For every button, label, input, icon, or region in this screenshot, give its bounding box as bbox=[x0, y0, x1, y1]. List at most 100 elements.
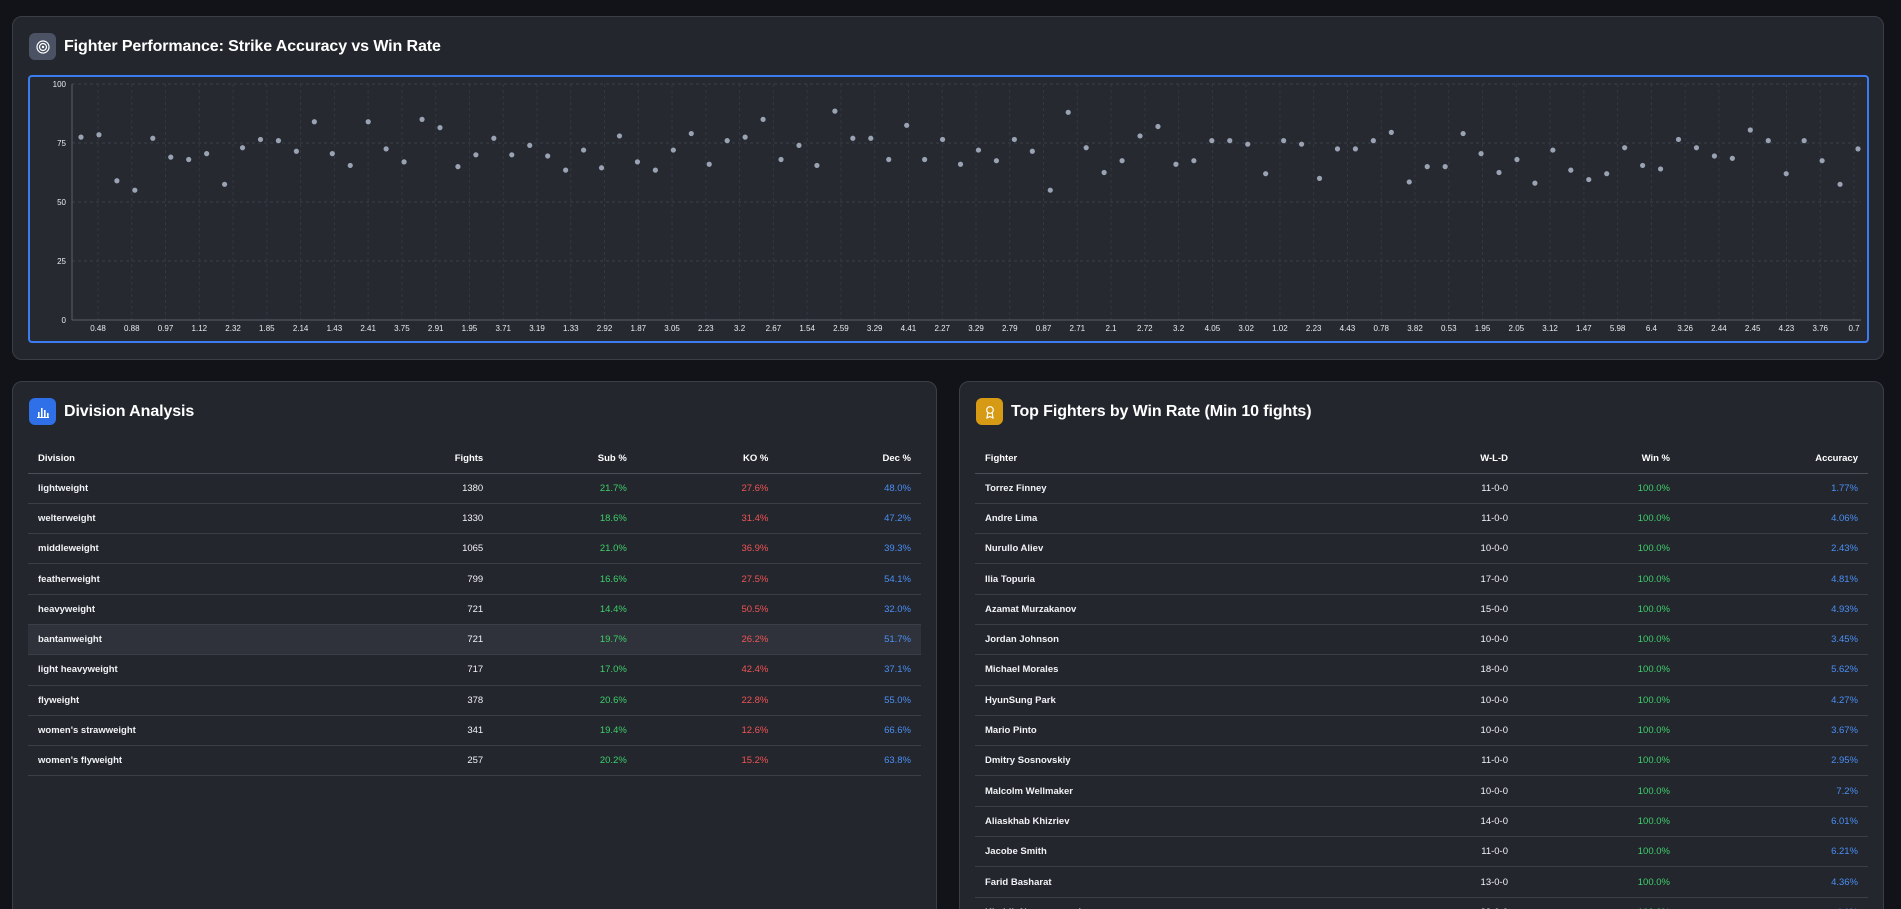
data-point[interactable] bbox=[616, 133, 623, 139]
col-accuracy[interactable]: Accuracy bbox=[1680, 444, 1868, 474]
data-point[interactable] bbox=[186, 156, 192, 163]
data-point[interactable] bbox=[832, 108, 838, 114]
data-point[interactable] bbox=[1765, 138, 1771, 144]
data-point[interactable] bbox=[814, 162, 820, 169]
data-point[interactable] bbox=[1801, 138, 1807, 144]
data-point[interactable] bbox=[1137, 133, 1143, 139]
data-point[interactable] bbox=[1424, 164, 1430, 170]
col-win[interactable]: Win % bbox=[1518, 444, 1680, 474]
table-row[interactable]: Ilia Topuria 17-0-0 100.0% 4.81% bbox=[975, 563, 1868, 595]
data-point[interactable] bbox=[150, 135, 156, 141]
data-point[interactable] bbox=[1047, 187, 1053, 193]
table-row[interactable]: Khabib Nurmagomedov29-0-0100.0%4.1% bbox=[975, 897, 1868, 909]
data-point[interactable] bbox=[1657, 166, 1664, 172]
data-point[interactable] bbox=[742, 134, 748, 140]
data-point[interactable] bbox=[1460, 130, 1466, 137]
data-point[interactable] bbox=[598, 165, 605, 171]
table-row[interactable]: Dmitry Sosnovskiy 11-0-0 100.0% 2.95% bbox=[975, 745, 1868, 777]
data-point[interactable] bbox=[1245, 141, 1251, 147]
col-division[interactable]: Division bbox=[28, 444, 322, 474]
data-point[interactable] bbox=[545, 153, 551, 159]
data-point[interactable] bbox=[1011, 136, 1017, 143]
table-row[interactable]: Torrez Finney 11-0-0 100.0% 1.77% bbox=[975, 473, 1868, 504]
data-point[interactable] bbox=[778, 156, 784, 163]
table-row[interactable]: heavyweight 721 14.4% 50.5% 32.0% bbox=[28, 594, 921, 625]
col-fighter[interactable]: Fighter bbox=[975, 444, 1350, 474]
data-point[interactable] bbox=[1083, 145, 1089, 151]
data-point[interactable] bbox=[1298, 141, 1305, 147]
data-point[interactable] bbox=[1442, 164, 1448, 170]
table-row[interactable]: Farid Basharat 13-0-0 100.0% 4.36% bbox=[975, 866, 1868, 898]
data-point[interactable] bbox=[634, 159, 641, 165]
data-point[interactable] bbox=[580, 147, 587, 153]
data-point[interactable] bbox=[1316, 175, 1323, 181]
data-point[interactable] bbox=[1406, 179, 1412, 185]
data-point[interactable] bbox=[724, 138, 730, 144]
data-point[interactable] bbox=[1065, 109, 1071, 115]
data-point[interactable] bbox=[1711, 153, 1718, 159]
data-point[interactable] bbox=[1101, 169, 1107, 176]
data-point[interactable] bbox=[96, 132, 102, 138]
col-wld[interactable]: W-L-D bbox=[1350, 444, 1518, 474]
data-point[interactable] bbox=[293, 148, 299, 154]
data-point[interactable] bbox=[1334, 146, 1341, 152]
data-point[interactable] bbox=[257, 136, 264, 143]
data-point[interactable] bbox=[1227, 138, 1233, 144]
data-point[interactable] bbox=[347, 162, 353, 169]
data-point[interactable] bbox=[670, 147, 676, 153]
data-point[interactable] bbox=[437, 125, 443, 131]
data-point[interactable] bbox=[652, 167, 658, 173]
data-point[interactable] bbox=[1586, 176, 1592, 183]
col-dec[interactable]: Dec % bbox=[778, 444, 921, 474]
col-sub[interactable]: Sub % bbox=[493, 444, 637, 474]
data-point[interactable] bbox=[168, 154, 174, 160]
data-point[interactable] bbox=[1155, 123, 1161, 130]
data-point[interactable] bbox=[1263, 171, 1269, 177]
table-row[interactable]: Azamat Murzakanov 15-0-0 100.0% 4.93% bbox=[975, 594, 1868, 625]
data-point[interactable] bbox=[365, 119, 371, 125]
table-row[interactable]: Andre Lima 11-0-0 100.0% 4.06% bbox=[975, 503, 1868, 535]
table-row[interactable]: bantamweight 721 19.7% 26.2% 51.7% bbox=[28, 624, 921, 656]
data-point[interactable] bbox=[1747, 127, 1753, 133]
data-point[interactable] bbox=[1029, 148, 1035, 154]
data-point[interactable] bbox=[760, 116, 766, 122]
data-point[interactable] bbox=[886, 156, 892, 163]
data-point[interactable] bbox=[1729, 155, 1735, 161]
data-point[interactable] bbox=[275, 138, 282, 144]
data-point[interactable] bbox=[78, 134, 84, 140]
data-point[interactable] bbox=[957, 161, 964, 167]
data-point[interactable] bbox=[114, 178, 120, 184]
data-point[interactable] bbox=[993, 158, 1000, 164]
data-point[interactable] bbox=[939, 136, 946, 143]
table-row[interactable]: Nurullo Aliev 10-0-0 100.0% 2.43% bbox=[975, 533, 1868, 565]
data-point[interactable] bbox=[1604, 171, 1610, 177]
data-point[interactable] bbox=[1622, 145, 1628, 151]
data-point[interactable] bbox=[221, 181, 228, 187]
data-point[interactable] bbox=[1550, 147, 1556, 153]
table-row[interactable]: Michael Morales 18-0-0 100.0% 5.62% bbox=[975, 654, 1868, 686]
table-row[interactable]: lightweight 1380 21.7% 27.6% 48.0% bbox=[28, 473, 921, 504]
data-point[interactable] bbox=[1209, 138, 1215, 144]
data-point[interactable] bbox=[204, 151, 210, 157]
scatter-chart[interactable]: 0 25 50 75 100 0.48 0.88 0.97 1.12 2.32 1.85 2.14 1.… bbox=[28, 75, 1869, 343]
data-point[interactable] bbox=[1191, 158, 1197, 164]
data-point[interactable] bbox=[1819, 158, 1825, 164]
table-row[interactable]: featherweight 799 16.6% 27.5% 54.1% bbox=[28, 563, 921, 595]
table-row[interactable]: welterweight 1330 18.6% 31.4% 47.2% bbox=[28, 503, 921, 535]
data-point[interactable] bbox=[1675, 136, 1682, 143]
table-row[interactable]: Mario Pinto 10-0-0 100.0% 3.67% bbox=[975, 715, 1868, 747]
data-point[interactable] bbox=[1532, 180, 1538, 186]
table-row[interactable]: Malcolm Wellmaker 10-0-0 100.0% 7.2% bbox=[975, 775, 1868, 807]
data-point[interactable] bbox=[850, 135, 856, 141]
data-point[interactable] bbox=[1496, 169, 1502, 176]
table-row[interactable]: Jordan Johnson 10-0-0 100.0% 3.45% bbox=[975, 624, 1868, 656]
col-fights[interactable]: Fights bbox=[321, 444, 494, 474]
data-point[interactable] bbox=[688, 130, 694, 137]
table-row[interactable]: Jacobe Smith 11-0-0 100.0% 6.21% bbox=[975, 836, 1868, 868]
data-point[interactable] bbox=[563, 167, 569, 173]
data-point[interactable] bbox=[1514, 156, 1520, 163]
data-point[interactable] bbox=[1119, 158, 1125, 164]
data-point[interactable] bbox=[419, 116, 425, 122]
data-point[interactable] bbox=[1173, 161, 1179, 167]
data-point[interactable] bbox=[509, 152, 515, 158]
